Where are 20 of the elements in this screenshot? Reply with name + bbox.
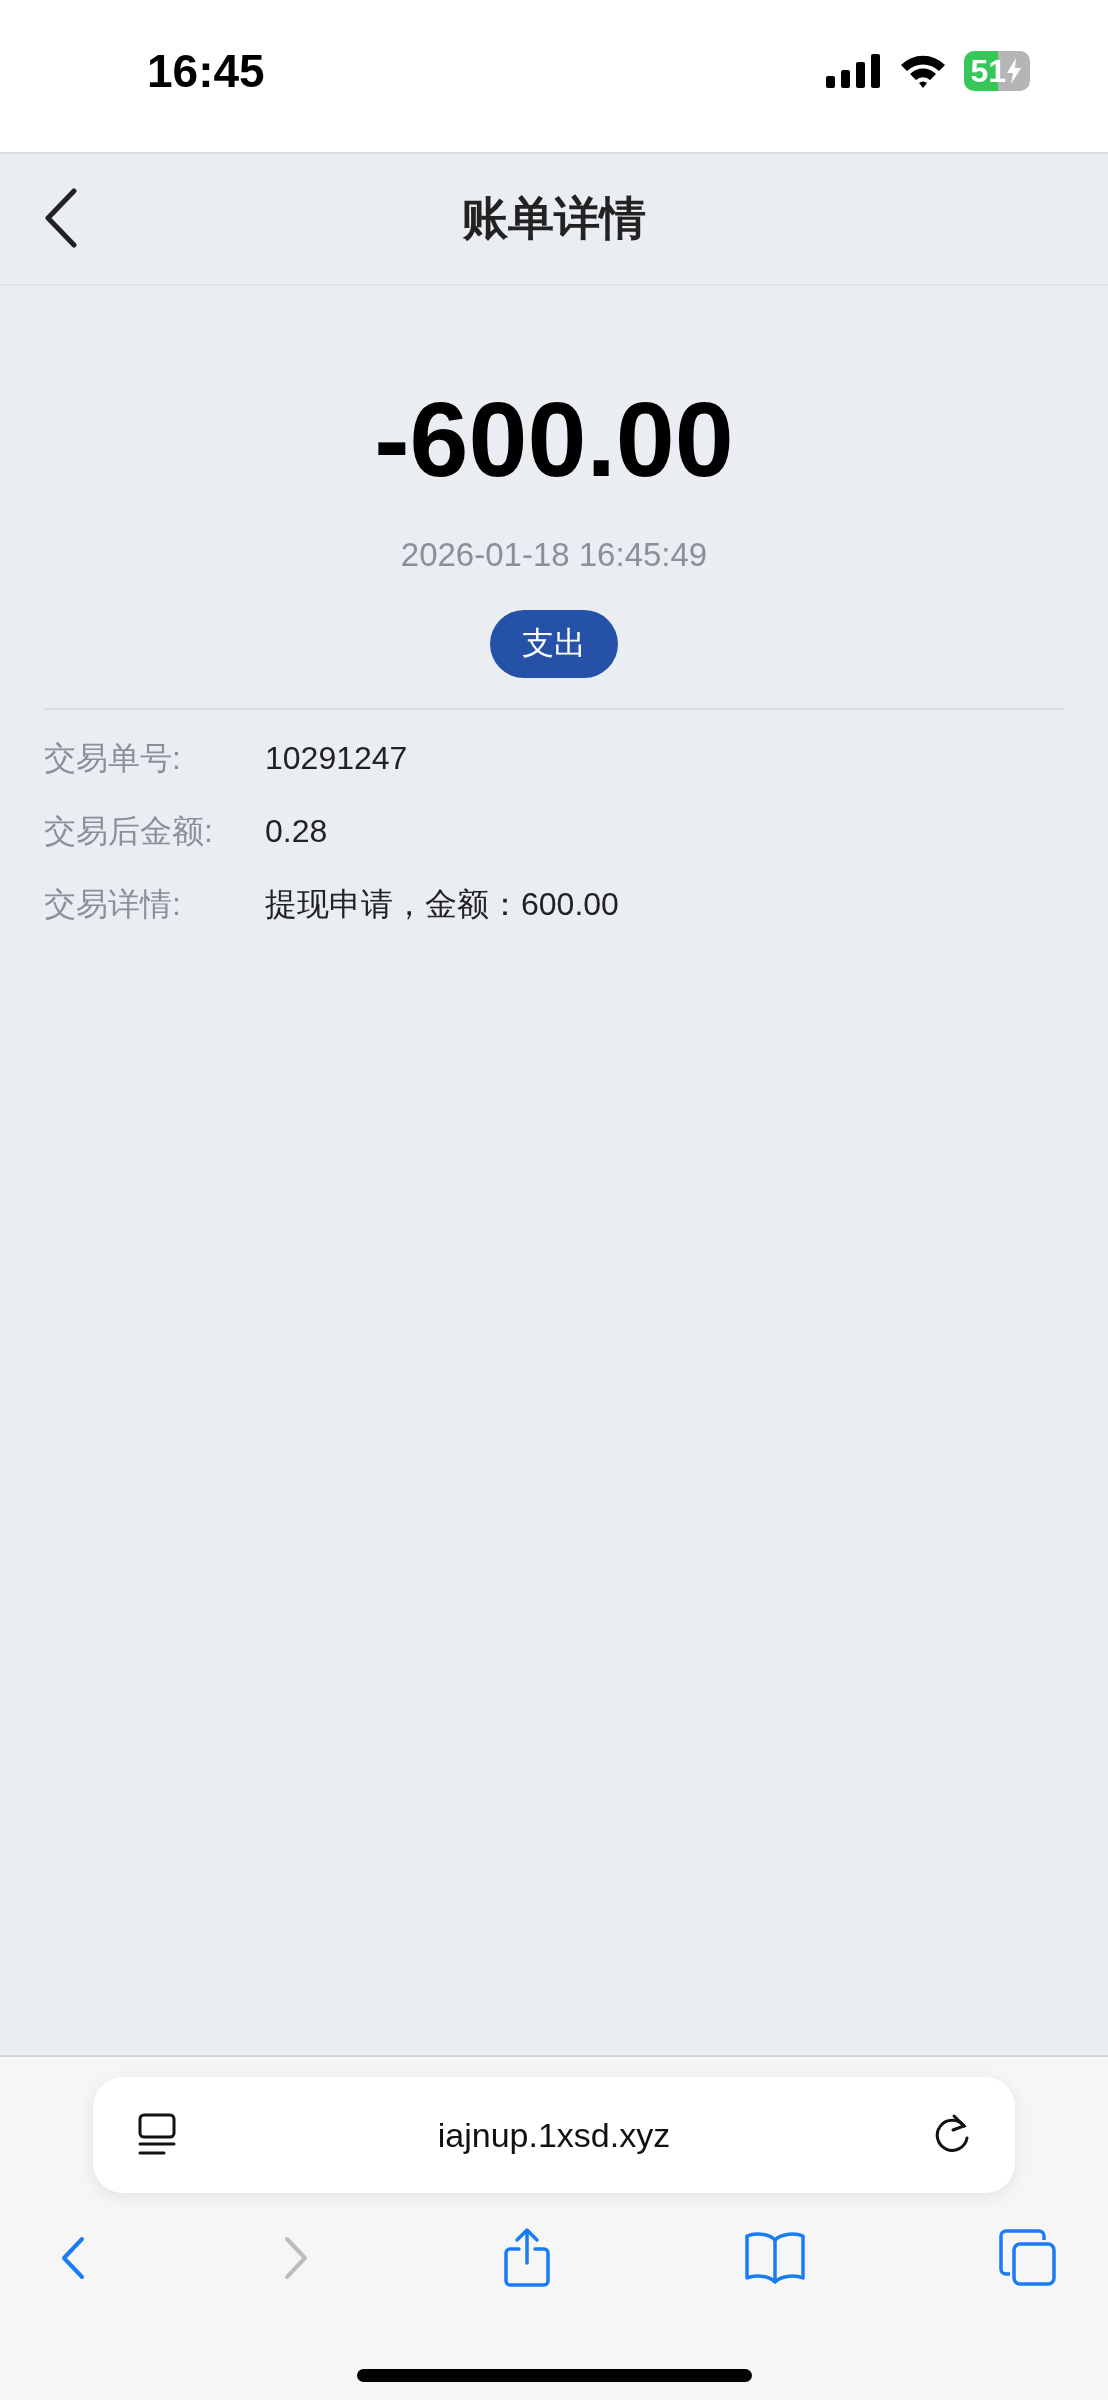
- share-icon[interactable]: [503, 2227, 551, 2289]
- signal-icon: [826, 54, 883, 88]
- detail-label: 交易单号:: [44, 738, 182, 778]
- clock-time: 16:45: [147, 44, 265, 98]
- address-bar[interactable]: iajnup.1xsd.xyz: [93, 2077, 1015, 2193]
- tabs-icon[interactable]: [998, 2228, 1058, 2288]
- detail-value: 0.28: [265, 813, 328, 850]
- detail-label: 交易后金额:: [44, 811, 214, 851]
- amount-text: -600.00: [374, 379, 734, 500]
- back-icon[interactable]: [44, 188, 78, 248]
- reader-icon[interactable]: [137, 2113, 177, 2157]
- detail-value: 提现申请，金额：600.00: [265, 884, 619, 924]
- page-title: 账单详情: [462, 191, 646, 246]
- charging-icon: [1006, 58, 1022, 84]
- timestamp-text: 2026-01-18 16:45:49: [400, 536, 708, 574]
- book-icon[interactable]: [743, 2230, 806, 2286]
- type-badge: 支出: [490, 610, 618, 678]
- url-text: iajnup.1xsd.xyz: [437, 2115, 671, 2155]
- detail-value: 10291247: [265, 740, 408, 777]
- detail-label: 交易详情:: [44, 884, 182, 924]
